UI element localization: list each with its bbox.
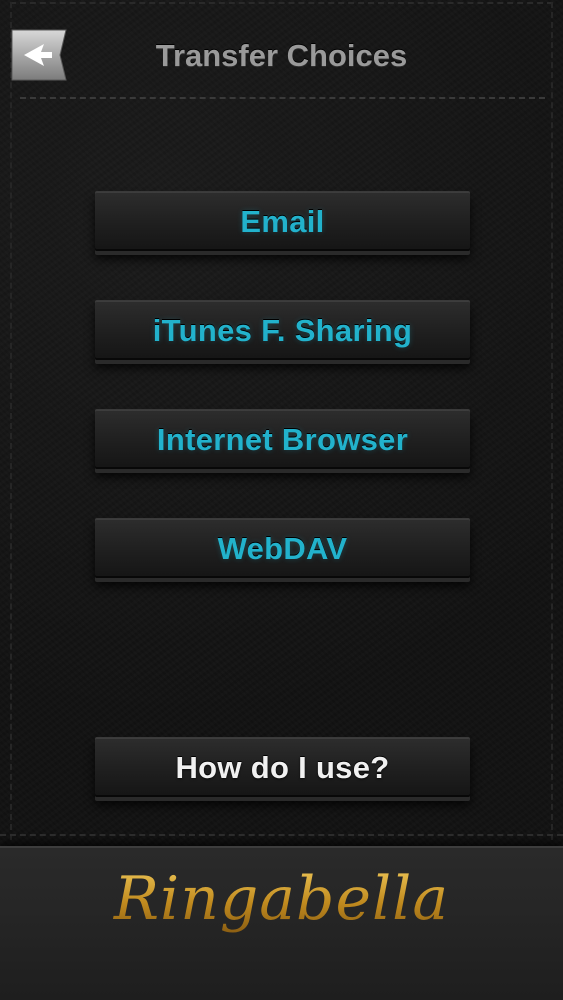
internet-browser-button-label: Internet Browser <box>156 421 409 457</box>
stitch-border-right <box>551 2 553 840</box>
header-bar: Transfer Choices <box>0 0 563 100</box>
stitch-border-left <box>10 2 12 840</box>
footer-bar: Ringabella <box>0 834 563 1000</box>
itunes-file-sharing-button[interactable]: iTunes F. Sharing <box>95 300 470 360</box>
footer-stitch <box>0 834 563 836</box>
transfer-choices-screen: Transfer Choices Email iTunes F. Sharing… <box>0 0 563 1000</box>
email-button[interactable]: Email <box>95 191 470 251</box>
header-divider <box>20 97 545 99</box>
page-title: Transfer Choices <box>155 38 408 73</box>
itunes-file-sharing-button-label: iTunes F. Sharing <box>152 312 413 348</box>
how-do-i-use-button-label: How do I use? <box>175 749 390 785</box>
how-do-i-use-button[interactable]: How do I use? <box>95 737 470 797</box>
webdav-button[interactable]: WebDAV <box>95 518 470 578</box>
webdav-button-label: WebDAV <box>217 530 348 566</box>
internet-browser-button[interactable]: Internet Browser <box>95 409 470 469</box>
brand-logo: Ringabella <box>0 864 563 934</box>
email-button-label: Email <box>240 203 325 239</box>
